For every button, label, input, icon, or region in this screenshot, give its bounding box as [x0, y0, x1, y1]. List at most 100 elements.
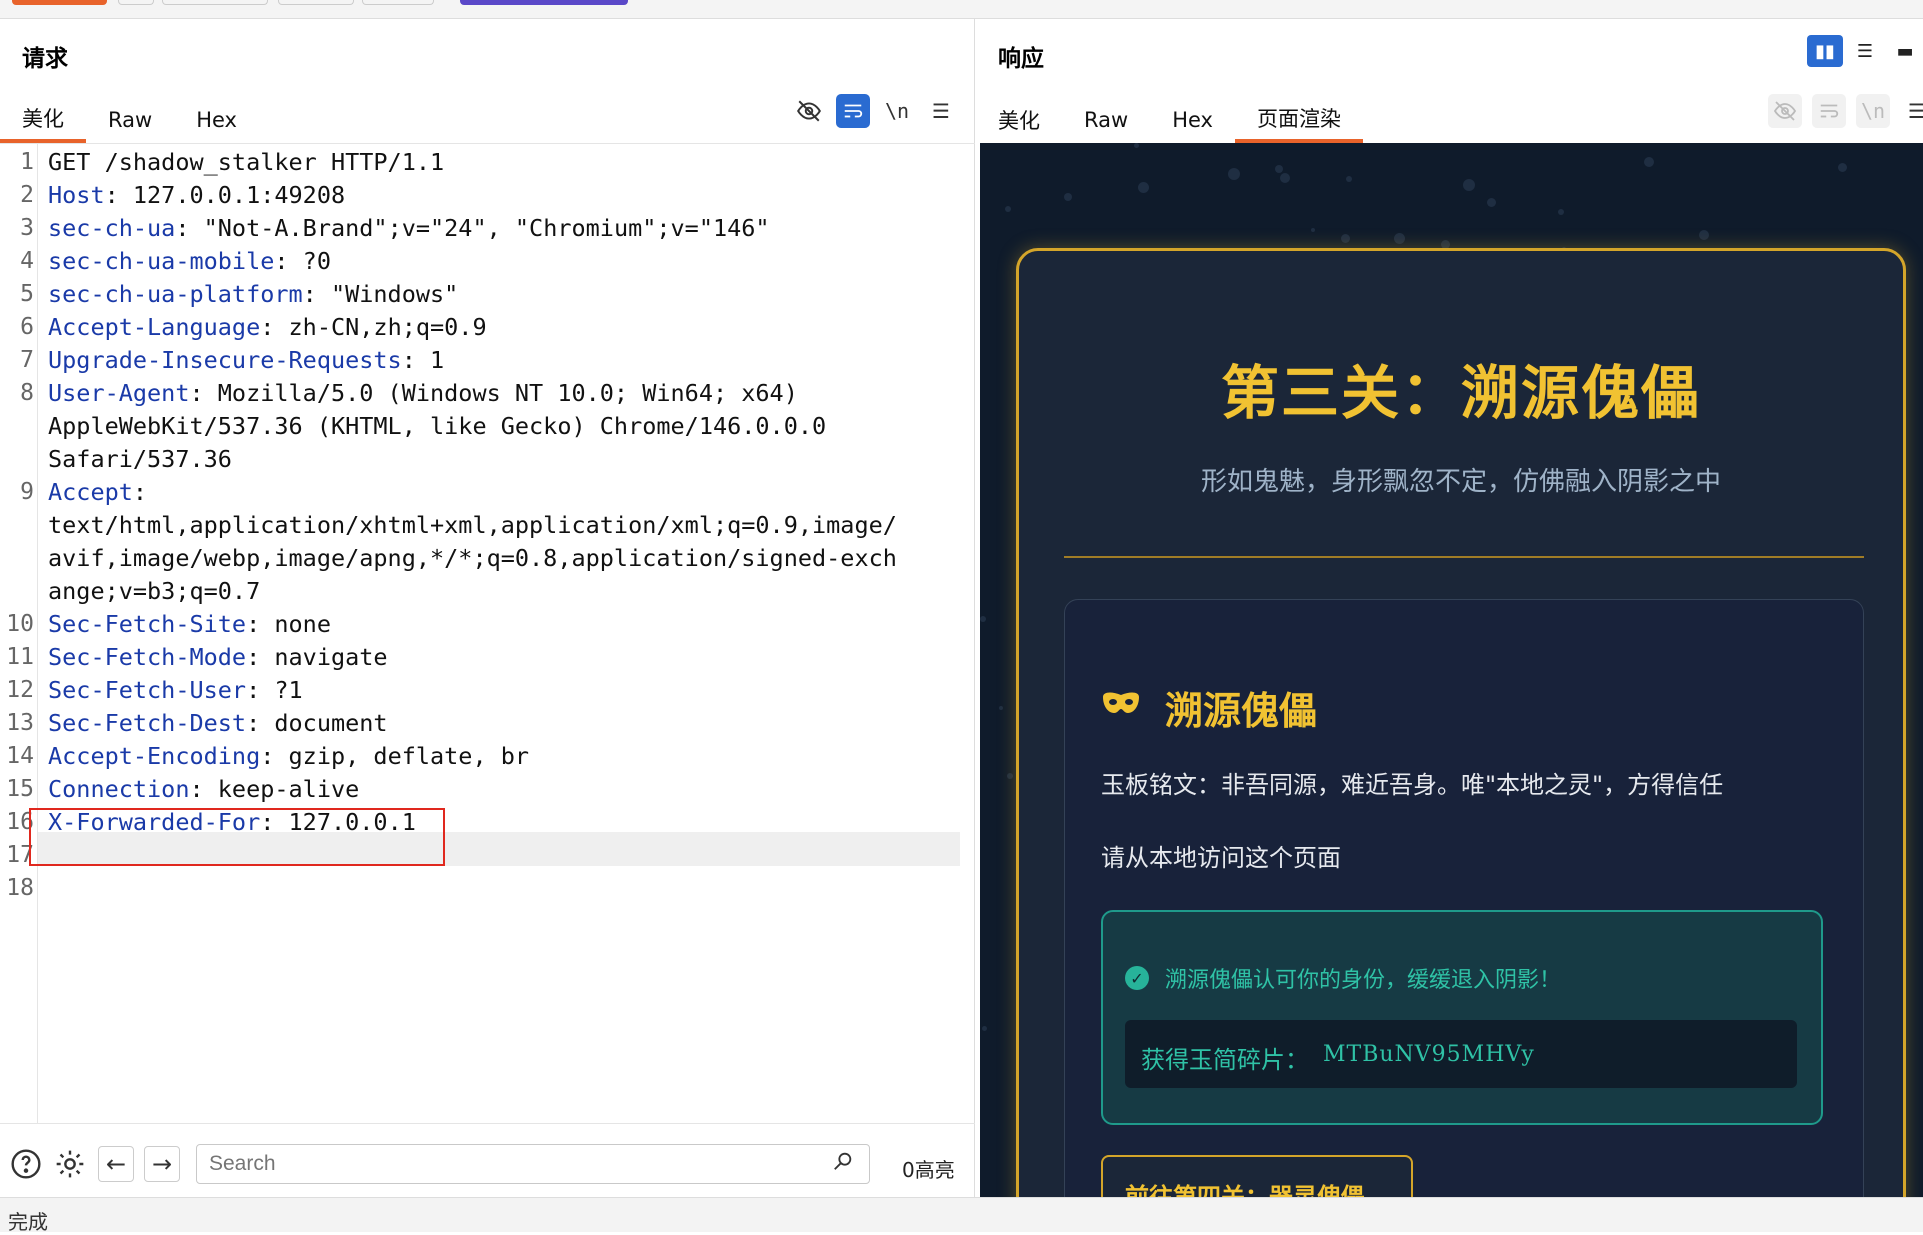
- jade-inscription: 玉板铭文：非吾同源，难近吾身。唯"本地之灵"，方得信任: [1101, 771, 1724, 799]
- back-arrow-icon[interactable]: ←: [98, 1146, 134, 1182]
- tab-pretty[interactable]: 美化: [976, 97, 1062, 143]
- header-key: Host: [48, 181, 105, 209]
- forward-arrow-icon[interactable]: →: [144, 1146, 180, 1182]
- header-key: Accept-Encoding: [48, 742, 261, 770]
- header-value: : zh-CN,zh;q=0.9: [260, 313, 487, 341]
- toolbar-send-button[interactable]: [12, 0, 107, 5]
- response-title: 响应: [998, 46, 1044, 72]
- toolbar-button[interactable]: [278, 0, 354, 5]
- status-bar: 完成: [0, 1197, 1923, 1234]
- background-dot: [1341, 234, 1350, 243]
- tab-raw[interactable]: Raw: [1062, 97, 1150, 143]
- request-title: 请求: [22, 46, 68, 72]
- request-panel: 请求 美化 Raw Hex \n ☰ 1 2 3 4 5 6 7 8 9 10 11 12 13 14 15…: [0, 19, 975, 1197]
- background-dot: [1280, 173, 1290, 183]
- line-number: 4: [20, 248, 34, 274]
- tab-raw[interactable]: Raw: [86, 97, 174, 143]
- status-text: 完成: [8, 1210, 48, 1234]
- code-line: Sec-Fetch-Dest: document: [48, 707, 388, 740]
- background-dot: [1644, 157, 1654, 167]
- line-number: 8: [20, 380, 34, 406]
- background-dot: [1311, 228, 1315, 232]
- header-key: sec-ch-ua-platform: [48, 280, 303, 308]
- split-rows-icon[interactable]: ☰: [1847, 35, 1883, 67]
- toolbar-button[interactable]: [118, 0, 154, 5]
- search-input[interactable]: [196, 1144, 870, 1184]
- tab-render[interactable]: 页面渲染: [1234, 97, 1363, 143]
- layout-toggle: ▮▮ ☰ ▬: [1807, 35, 1923, 67]
- hide-nonprintable-icon[interactable]: [792, 94, 826, 128]
- tab-hex[interactable]: Hex: [1150, 97, 1235, 143]
- background-dot: [1064, 193, 1072, 201]
- header-value: GET /shadow_stalker HTTP/1.1: [48, 148, 445, 176]
- code-line: Accept-Language: zh-CN,zh;q=0.9: [48, 311, 487, 344]
- menu-icon[interactable]: ☰: [924, 94, 958, 128]
- line-number: 5: [20, 281, 34, 307]
- background-dot: [1838, 163, 1847, 172]
- help-icon[interactable]: [8, 1146, 44, 1182]
- word-wrap-icon: [1812, 94, 1846, 128]
- rendered-page: 第三关：溯源傀儡 形如鬼魅，身形飘忽不定，仿佛融入阴影之中 溯源傀儡 玉板铭文：…: [980, 143, 1923, 1197]
- request-bottom-bar: ← → 0高亮: [0, 1123, 975, 1197]
- section-heading: 溯源傀儡: [1165, 689, 1318, 733]
- page-title: 第三关：溯源傀儡: [1220, 359, 1701, 427]
- line-number: 1: [20, 149, 34, 175]
- header-key: Sec-Fetch-Mode: [48, 643, 247, 671]
- next-level-button[interactable]: 前往第四关：器灵傀儡: [1101, 1155, 1413, 1197]
- toolbar-button[interactable]: [362, 0, 434, 5]
- newline-icon[interactable]: \n: [880, 94, 914, 128]
- success-alert: ✓ 溯源傀儡认可你的身份，缓缓退入阴影！ 获得玉简碎片： MTBuNV95MHV…: [1101, 910, 1823, 1125]
- header-value: text/html,application/xhtml+xml,applicat…: [48, 511, 897, 539]
- toolbar-target-button[interactable]: [460, 0, 628, 5]
- response-tabs: 美化 Raw Hex 页面渲染: [976, 97, 1363, 143]
- background-dot: [1394, 233, 1405, 244]
- header-value: : 1: [401, 346, 445, 374]
- mask-icon: [1101, 686, 1141, 726]
- word-wrap-icon[interactable]: [836, 94, 870, 128]
- line-number: 7: [20, 347, 34, 373]
- header-key: Sec-Fetch-User: [48, 676, 247, 704]
- search-icon[interactable]: [832, 1150, 854, 1178]
- background-dot: [1138, 182, 1149, 193]
- puppet-panel: 溯源傀儡 玉板铭文：非吾同源，难近吾身。唯"本地之灵"，方得信任 请从本地访问这…: [1064, 599, 1864, 1197]
- code-line: ange;v=b3;q=0.7: [48, 575, 260, 608]
- line-number: 3: [20, 215, 34, 241]
- header-key: Sec-Fetch-Dest: [48, 709, 247, 737]
- header-key: Accept: [48, 478, 133, 506]
- request-editor[interactable]: 1 2 3 4 5 6 7 8 9 10 11 12 13 14 15 16 17 18 GET /shadow_…: [0, 143, 975, 1124]
- line-number: 9: [20, 479, 34, 505]
- background-dot: [1007, 773, 1013, 779]
- header-key: Accept-Language: [48, 313, 261, 341]
- top-toolbar: [0, 0, 1923, 19]
- background-dot: [1346, 176, 1352, 182]
- code-line: Connection: keep-alive: [48, 773, 359, 806]
- background-dot: [1005, 206, 1011, 212]
- single-pane-icon[interactable]: ▬: [1887, 35, 1923, 67]
- code-line: sec-ch-ua-platform: "Windows": [48, 278, 458, 311]
- menu-icon[interactable]: ☰: [1900, 94, 1923, 128]
- page-subtitle: 形如鬼魅，身形飘忽不定，仿佛融入阴影之中: [1200, 467, 1721, 497]
- header-value: : 127.0.0.1:49208: [104, 181, 346, 209]
- check-circle-icon: ✓: [1125, 966, 1149, 990]
- background-dot: [1487, 198, 1496, 207]
- background-dot: [982, 1026, 987, 1031]
- tab-hex[interactable]: Hex: [174, 97, 259, 143]
- code-line: text/html,application/xhtml+xml,applicat…: [48, 509, 897, 542]
- annotation-box: [29, 808, 445, 866]
- tab-pretty[interactable]: 美化: [0, 97, 86, 143]
- header-value: : "Not-A.Brand";v="24", "Chromium";v="14…: [175, 214, 770, 242]
- header-key: Sec-Fetch-Site: [48, 610, 247, 638]
- line-number: 15: [6, 776, 34, 802]
- split-columns-icon[interactable]: ▮▮: [1807, 35, 1843, 67]
- toolbar-button[interactable]: [162, 0, 268, 5]
- header-key: Connection: [48, 775, 190, 803]
- divider: [1064, 556, 1864, 558]
- line-number: 11: [6, 644, 34, 670]
- response-panel: 响应 ▮▮ ☰ ▬ 美化 Raw Hex 页面渲染 \n ☰ 第三关：溯源傀儡 …: [976, 19, 1923, 1197]
- code-line: sec-ch-ua-mobile: ?0: [48, 245, 331, 278]
- background-dot: [1228, 168, 1240, 180]
- header-value: : "Windows": [302, 280, 459, 308]
- code-line: GET /shadow_stalker HTTP/1.1: [48, 146, 444, 179]
- code-line: Safari/537.36: [48, 443, 232, 476]
- gear-icon[interactable]: [52, 1146, 88, 1182]
